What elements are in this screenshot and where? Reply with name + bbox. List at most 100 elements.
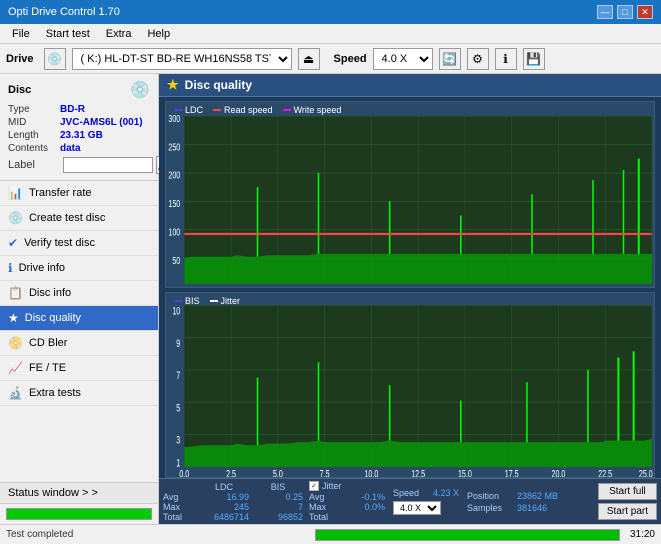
stats-max-label: Max — [163, 502, 195, 512]
save-button[interactable]: 💾 — [523, 48, 545, 70]
read-color — [213, 109, 221, 111]
action-buttons: Start full Start part — [598, 483, 657, 520]
settings-button[interactable]: ⚙ — [467, 48, 489, 70]
svg-text:10.0: 10.0 — [364, 286, 378, 287]
transfer-rate-icon: 📊 — [8, 186, 23, 200]
info-button[interactable]: ℹ — [495, 48, 517, 70]
sidebar-item-fe-te[interactable]: 📈 FE / TE — [0, 356, 158, 381]
bottom-progress-fill — [316, 530, 619, 540]
verify-test-disc-icon: ✔ — [8, 236, 18, 250]
sidebar-item-extra-tests[interactable]: 🔬 Extra tests — [0, 381, 158, 406]
jitter-max-val: 0.0% — [345, 502, 385, 512]
svg-text:12.5: 12.5 — [411, 468, 425, 477]
svg-text:3: 3 — [176, 434, 180, 446]
dq-title: Disc quality — [185, 78, 252, 92]
sidebar-label-transfer-rate: Transfer rate — [29, 187, 92, 199]
legend-ldc: LDC — [174, 105, 203, 115]
jitter-checkbox[interactable]: ✓ — [309, 481, 319, 491]
stats-max-bis: 7 — [253, 502, 303, 512]
svg-text:2.5: 2.5 — [226, 286, 236, 287]
stats-max-ldc: 245 — [199, 502, 249, 512]
svg-text:5: 5 — [176, 401, 180, 413]
sidebar-item-disc-quality[interactable]: ★ Disc quality — [0, 306, 158, 331]
bottom-progress-bar — [315, 529, 620, 541]
label-label: Label — [8, 159, 60, 171]
refresh-button[interactable]: 🔄 — [439, 48, 461, 70]
sidebar-label-drive-info: Drive info — [19, 262, 65, 274]
sidebar-item-transfer-rate[interactable]: 📊 Transfer rate — [0, 181, 158, 206]
cd-bler-icon: 📀 — [8, 336, 23, 350]
sidebar-item-create-test-disc[interactable]: 💿 Create test disc — [0, 206, 158, 231]
bis-color — [174, 300, 182, 302]
stats-avg-bis: 0.25 — [253, 492, 303, 502]
chart2-legend: BIS Jitter — [174, 296, 240, 306]
svg-text:20.0: 20.0 — [552, 468, 566, 477]
type-label: Type — [8, 104, 60, 115]
stats-bar: LDC BIS Avg 16.99 0.25 Max 245 7 Total 6… — [159, 478, 661, 524]
drive-select[interactable]: ( K:) HL-DT-ST BD-RE WH16NS58 TST4 — [72, 48, 292, 70]
sidebar-progress-fill — [7, 509, 151, 519]
jitter-color — [210, 300, 218, 302]
svg-text:2.5: 2.5 — [226, 468, 236, 477]
stats-total-label: Total — [163, 512, 195, 522]
legend-bis: BIS — [174, 296, 200, 306]
svg-text:0.0: 0.0 — [179, 286, 189, 287]
sidebar-label-extra-tests: Extra tests — [29, 387, 81, 399]
sidebar-item-drive-info[interactable]: ℹ Drive info — [0, 256, 158, 281]
mid-value: JVC-AMS6L (001) — [60, 117, 143, 128]
sidebar-label-disc-info: Disc info — [29, 287, 71, 299]
menu-bar: File Start test Extra Help — [0, 24, 661, 44]
minimize-button[interactable]: — — [597, 5, 613, 19]
svg-text:50: 50 — [172, 255, 180, 266]
chart2-svg: 10 9 7 5 3 1 10% 8% 6% 4% 2% 0.0 2.5 5.0 — [166, 293, 654, 478]
sidebar-progress-area — [0, 503, 158, 524]
start-part-button[interactable]: Start part — [598, 503, 657, 520]
sidebar-item-cd-bler[interactable]: 📀 CD Bler — [0, 331, 158, 356]
stats-avg-ldc: 16.99 — [199, 492, 249, 502]
speed-row-label: Speed — [393, 488, 429, 498]
mid-label: MID — [8, 117, 60, 128]
drive-icon-btn[interactable]: 💿 — [44, 48, 66, 70]
status-window-bar[interactable]: Status window > > — [0, 482, 158, 503]
svg-text:150: 150 — [168, 198, 180, 209]
position-label: Position — [467, 491, 513, 501]
read-label: Read speed — [224, 105, 273, 115]
svg-text:7.5: 7.5 — [320, 468, 330, 477]
bottom-time: 31:20 — [630, 529, 655, 540]
chart-ldc: LDC Read speed Write speed — [165, 101, 655, 288]
svg-text:7.5: 7.5 — [320, 286, 330, 287]
svg-text:25.0 GB: 25.0 GB — [639, 286, 654, 287]
speed-select[interactable]: 4.0 X — [373, 48, 433, 70]
charts-container: LDC Read speed Write speed — [159, 97, 661, 478]
length-value: 23.31 GB — [60, 130, 103, 141]
speed-label: Speed — [334, 53, 367, 65]
sidebar-item-verify-test-disc[interactable]: ✔ Verify test disc — [0, 231, 158, 256]
svg-text:200: 200 — [168, 169, 180, 180]
legend-jitter: Jitter — [210, 296, 241, 306]
sidebar-item-disc-info[interactable]: 📋 Disc info — [0, 281, 158, 306]
extra-tests-icon: 🔬 — [8, 386, 23, 400]
label-input[interactable] — [63, 157, 153, 173]
ldc-label: LDC — [185, 105, 203, 115]
stats-speed-dropdown[interactable]: 4.0 X — [393, 501, 441, 515]
drive-bar: Drive 💿 ( K:) HL-DT-ST BD-RE WH16NS58 TS… — [0, 44, 661, 74]
sidebar-label-disc-quality: Disc quality — [25, 312, 81, 324]
maximize-button[interactable]: □ — [617, 5, 633, 19]
menu-file[interactable]: File — [4, 27, 38, 41]
disc-icon: 💿 — [130, 80, 150, 100]
close-button[interactable]: ✕ — [637, 5, 653, 19]
menu-start-test[interactable]: Start test — [38, 27, 98, 41]
legend-read: Read speed — [213, 105, 273, 115]
svg-text:12.5: 12.5 — [411, 286, 425, 287]
svg-text:15.0: 15.0 — [458, 286, 472, 287]
menu-extra[interactable]: Extra — [98, 27, 140, 41]
menu-help[interactable]: Help — [139, 27, 178, 41]
svg-text:9: 9 — [176, 337, 180, 349]
eject-button[interactable]: ⏏ — [298, 48, 320, 70]
start-full-button[interactable]: Start full — [598, 483, 657, 500]
disc-info-icon: 📋 — [8, 286, 23, 300]
bis-label: BIS — [185, 296, 200, 306]
jitter-avg-label: Avg — [309, 492, 341, 502]
chart1-svg: 300 250 200 150 100 50 18X 16X 14X 12X 1… — [166, 102, 654, 287]
jitter-total-label: Total — [309, 512, 341, 522]
